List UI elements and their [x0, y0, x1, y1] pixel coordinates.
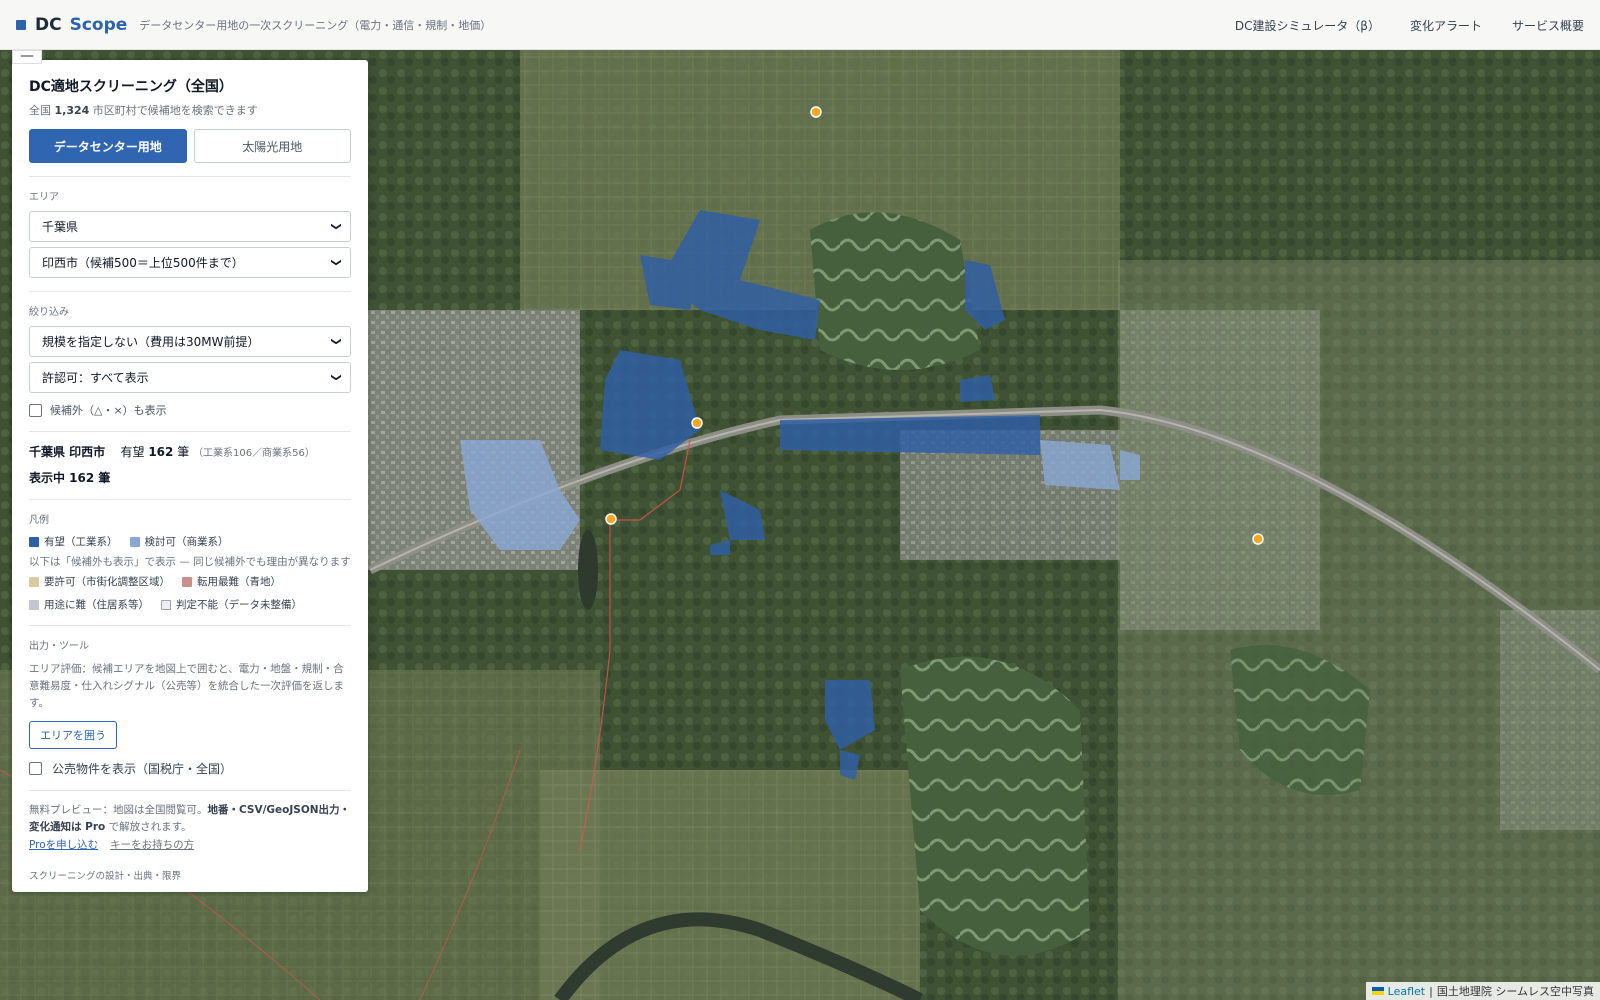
pro-text-2: で解放されます。: [105, 821, 192, 833]
methodology-link[interactable]: スクリーニングの設計・出典・限界: [29, 868, 351, 882]
scale-select[interactable]: 規模を指定しない（費用は30MW前提） ❯: [29, 326, 351, 357]
tools-section-label: 出力・ツール: [29, 641, 89, 652]
chevron-down-icon: ❯: [330, 222, 342, 231]
show-excluded-label: 候補外（△・×）も表示: [50, 404, 167, 417]
legend-label: 転用最難（青地）: [197, 576, 281, 588]
brand-dc: DC: [35, 14, 62, 35]
pro-apply-link[interactable]: Proを申し込む: [29, 837, 98, 852]
chevron-down-icon: ❯: [330, 337, 342, 346]
legend-secondary-1: 要許可（市街化調整区域） 転用最難（青地）: [29, 574, 351, 589]
legend-secondary-2: 用途に難（住居系等） 判定不能（データ未整備）: [29, 597, 351, 612]
brand-logo[interactable]: DC Scope: [35, 15, 127, 35]
leaflet-link[interactable]: Leaflet: [1388, 985, 1425, 998]
subtitle-suffix: 市区町村で候補地を検索できます: [89, 104, 258, 117]
swatch-unknown: [161, 599, 171, 610]
legend-item-farmland: 転用最難（青地）: [182, 574, 281, 589]
divider: [29, 499, 351, 500]
swatch-permit: [29, 576, 39, 587]
collapse-panel-button[interactable]: —: [12, 49, 42, 64]
pro-text-1: 無料プレビュー：地図は全国閲覧可。: [29, 804, 208, 816]
legend-item-permit: 要許可（市街化調整区域）: [29, 574, 170, 589]
swatch-industrial: [29, 536, 39, 547]
logo-icon: [16, 19, 26, 30]
divider: [29, 625, 351, 626]
scale-value: 規模を指定しない（費用は30MW前提）: [42, 335, 260, 349]
city-select[interactable]: 印西市（候補500＝上位500件まで） ❯: [29, 247, 351, 278]
legend-label: 要許可（市街化調整区域）: [44, 576, 170, 588]
legend-item-commercial: 検討可（商業系）: [129, 534, 229, 549]
have-key-link[interactable]: キーをお持ちの方: [110, 837, 194, 852]
legend-section-label: 凡例: [29, 515, 49, 526]
legend-label: 検討可（商業系）: [144, 536, 229, 548]
municipality-count: 1,324: [54, 104, 90, 117]
divider: [29, 431, 351, 432]
show-excluded-row[interactable]: 候補外（△・×）も表示: [29, 402, 351, 418]
divider: [29, 176, 351, 177]
result-unit: 筆: [177, 445, 190, 459]
app-header: DC Scope データセンター用地の一次スクリーニング（電力・通信・規制・地価…: [0, 0, 1600, 50]
divider: [29, 790, 351, 791]
mode-solar-button[interactable]: 太陽光用地: [193, 129, 351, 163]
nav-change-alert[interactable]: 変化アラート: [1410, 17, 1482, 34]
prefecture-value: 千葉県: [42, 220, 79, 234]
swatch-commercial: [129, 536, 140, 547]
result-summary: 千葉県 印西市 有望 162 筆 （工業系106／商業系56）: [29, 443, 351, 460]
city-value: 印西市（候補500＝上位500件まで）: [42, 256, 244, 270]
prefecture-select[interactable]: 千葉県 ❯: [29, 211, 351, 242]
mode-toggle: データセンター用地 太陽光用地: [29, 129, 351, 163]
legend-item-industrial: 有望（工業系）: [29, 534, 118, 549]
result-count: 162: [148, 445, 174, 459]
panel-title: DC適地スクリーニング（全国）: [29, 79, 233, 95]
swatch-residential: [29, 599, 39, 610]
legend-note: 以下は「候補外も表示」で表示 — 同じ候補外でも理由が異なります: [29, 556, 351, 568]
nav-dc-simulator[interactable]: DC建設シミュレータ（β）: [1235, 17, 1380, 34]
legend-label: 判定不能（データ未整備）: [176, 599, 302, 611]
area-section-label: エリア: [29, 192, 59, 203]
divider: [29, 291, 351, 292]
pro-links: Proを申し込む キーをお持ちの方: [29, 837, 351, 852]
public-sale-label: 公売物件を表示（国税庁・全国）: [52, 762, 233, 776]
legend-primary: 有望（工業系） 検討可（商業系）: [29, 534, 351, 549]
showing-count: 表示中 162 筆: [29, 471, 111, 485]
legend-label: 有望（工業系）: [44, 536, 118, 548]
tagline: データセンター用地の一次スクリーニング（電力・通信・規制・地価）: [139, 18, 492, 32]
ukraine-flag-icon: [1371, 987, 1384, 995]
chevron-down-icon: ❯: [330, 258, 342, 267]
result-location: 千葉県 印西市: [29, 445, 106, 459]
legend-item-unknown: 判定不能（データ未整備）: [161, 597, 302, 612]
brand-scope: Scope: [69, 14, 128, 35]
subtitle-prefix: 全国: [29, 104, 55, 117]
draw-area-button[interactable]: エリアを囲う: [29, 721, 117, 749]
attribution-sep: |: [1429, 984, 1433, 998]
permit-value: 許認可：すべて表示: [42, 371, 149, 385]
nav-service-overview[interactable]: サービス概要: [1512, 17, 1584, 34]
mode-datacenter-button[interactable]: データセンター用地: [29, 129, 187, 163]
public-sale-row[interactable]: 公売物件を表示（国税庁・全国）: [29, 760, 351, 777]
legend-label: 用途に難（住居系等）: [44, 599, 149, 611]
tools-description: エリア評価：候補エリアを地図上で囲むと、電力・地盤・規制・合意難易度・仕入れシグ…: [29, 663, 344, 709]
permit-select[interactable]: 許認可：すべて表示 ❯: [29, 362, 351, 393]
map-attribution: Leaflet | 国土地理院 シームレス空中写真: [1365, 982, 1600, 1000]
filter-section-label: 絞り込み: [29, 307, 69, 318]
attribution-text: 国土地理院 シームレス空中写真: [1436, 985, 1594, 998]
result-breakdown: （工業系106／商業系56）: [193, 448, 315, 459]
show-excluded-checkbox[interactable]: [29, 403, 42, 417]
panel-subtitle: 全国 1,324 市区町村で候補地を検索できます: [29, 102, 351, 118]
top-nav: DC建設シミュレータ（β） 変化アラート サービス概要: [1235, 0, 1584, 50]
public-sale-checkbox[interactable]: [29, 762, 42, 775]
chevron-down-icon: ❯: [330, 373, 342, 382]
pro-notice: 無料プレビュー：地図は全国閲覧可。地番・CSV/GeoJSON出力・変化通知は …: [29, 802, 351, 836]
swatch-farmland: [182, 576, 192, 587]
result-label: 有望: [120, 445, 145, 459]
screening-panel: DC適地スクリーニング（全国） 全国 1,324 市区町村で候補地を検索できます…: [12, 60, 368, 892]
legend-item-residential: 用途に難（住居系等）: [29, 597, 149, 612]
